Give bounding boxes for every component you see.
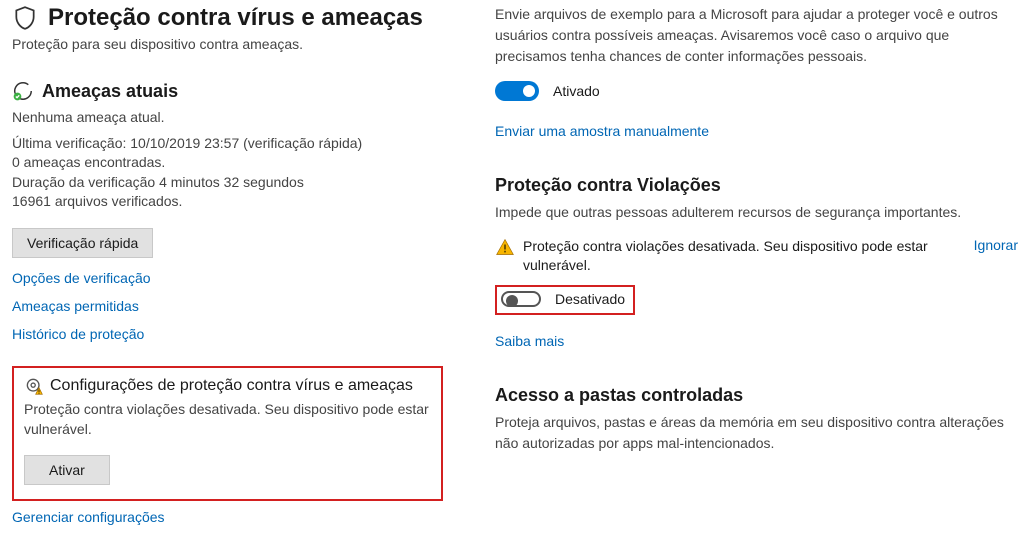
manage-settings-link[interactable]: Gerenciar configurações [12,509,443,525]
tamper-heading: Proteção contra Violações [495,175,1018,196]
page-subtitle: Proteção para seu dispositivo contra ame… [12,36,443,52]
allowed-threats-link[interactable]: Ameaças permitidas [12,298,443,314]
threats-files-scanned: 16961 arquivos verificados. [12,192,443,212]
header: Proteção contra vírus e ameaças [12,4,443,32]
tamper-desc: Impede que outras pessoas adulterem recu… [495,202,1018,223]
protection-history-link[interactable]: Histórico de proteção [12,326,443,342]
settings-heading: Configurações de proteção contra vírus e… [50,377,413,395]
learn-more-link[interactable]: Saiba mais [495,333,1018,349]
tamper-protection-toggle[interactable] [501,291,541,307]
settings-warning-text: Proteção contra violações desativada. Se… [24,400,431,439]
tamper-warning-row: Proteção contra violações desativada. Se… [495,237,1018,275]
sample-submission-toggle-row: Ativado [495,81,1018,101]
sample-submission-toggle-label: Ativado [553,83,600,99]
enable-button[interactable]: Ativar [24,455,110,485]
settings-highlight-box: Configurações de proteção contra vírus e… [12,366,443,501]
threats-heading: Ameaças atuais [42,81,178,102]
right-pane: Envie arquivos de exemplo para a Microso… [455,0,1024,538]
page-title: Proteção contra vírus e ameaças [48,4,423,32]
threats-none: Nenhuma ameaça atual. [12,108,443,128]
sample-submission-toggle[interactable] [495,81,539,101]
tamper-toggle-highlight: Desativado [495,285,635,315]
ignore-link[interactable]: Ignorar [974,237,1018,253]
quick-scan-button[interactable]: Verificação rápida [12,228,153,258]
tamper-toggle-label: Desativado [555,291,625,307]
threats-found: 0 ameaças encontradas. [12,153,443,173]
settings-header: Configurações de proteção contra vírus e… [24,376,431,396]
scan-options-link[interactable]: Opções de verificação [12,270,443,286]
threats-header: Ameaças atuais [12,80,443,102]
gear-warning-icon [24,376,44,396]
tamper-warning-text: Proteção contra violações desativada. Se… [523,237,953,275]
controlled-folders-heading: Acesso a pastas controladas [495,385,1018,406]
warning-icon [495,237,515,257]
send-sample-link[interactable]: Enviar uma amostra manualmente [495,123,1018,139]
threats-duration: Duração da verificação 4 minutos 32 segu… [12,173,443,193]
refresh-check-icon [12,80,34,102]
shield-icon [12,5,38,31]
controlled-folders-desc: Proteja arquivos, pastas e áreas da memó… [495,412,1018,454]
sample-submission-desc: Envie arquivos de exemplo para a Microso… [495,4,1018,67]
left-pane: Proteção contra vírus e ameaças Proteção… [0,0,455,538]
threats-last-scan: Última verificação: 10/10/2019 23:57 (ve… [12,134,443,154]
